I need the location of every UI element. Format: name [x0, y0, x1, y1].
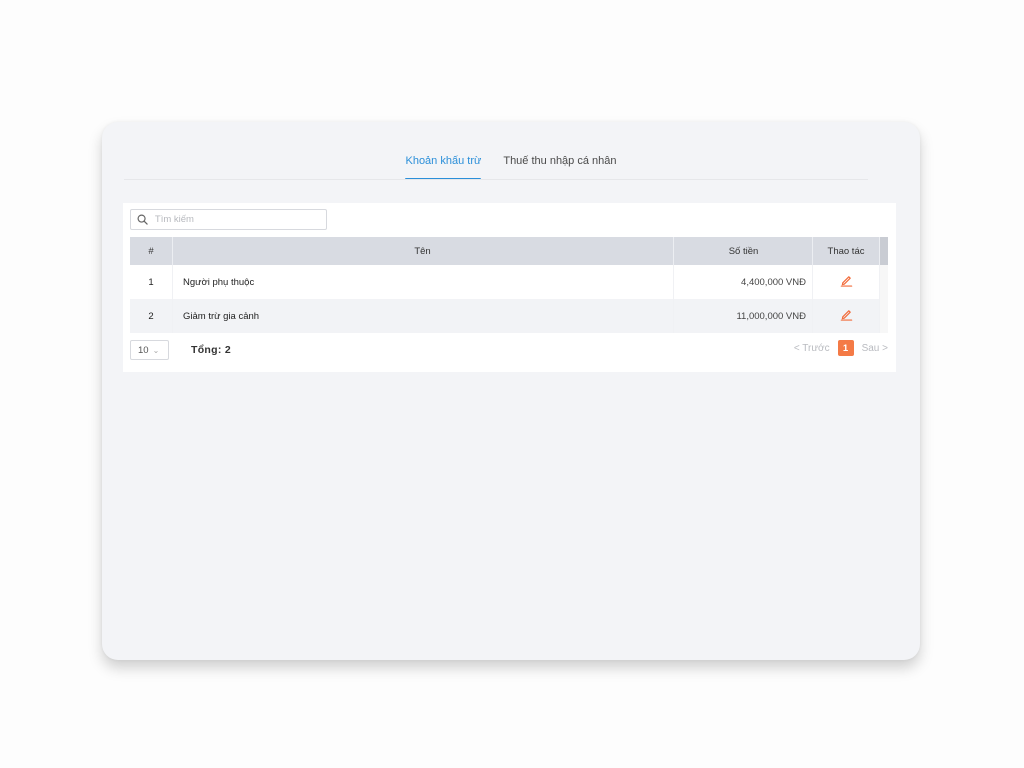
- page-size-value: 10: [138, 344, 149, 356]
- search-box[interactable]: [130, 209, 327, 230]
- total-count: Tổng: 2: [191, 344, 232, 356]
- row-num: 1: [130, 265, 173, 299]
- pagination: < Trước 1 Sau >: [794, 340, 888, 356]
- table-header-row: # Tên Số tiền Thao tác: [130, 237, 888, 265]
- edit-icon[interactable]: [840, 308, 853, 324]
- row-num: 2: [130, 299, 173, 333]
- page-button-current[interactable]: 1: [837, 340, 854, 356]
- row-amount: 11,000,000 VNĐ: [673, 299, 813, 333]
- scrollbar-track: [879, 299, 888, 333]
- page-size-select[interactable]: 10 ⌄: [130, 340, 169, 360]
- table-footer: 10 ⌄ Tổng: 2 < Trước 1 Sau >: [130, 339, 888, 361]
- tab-deductions[interactable]: Khoản khấu trừ: [405, 152, 481, 180]
- column-header-amount[interactable]: Số tiền: [673, 237, 813, 265]
- table-row[interactable]: 2 Giảm trừ gia cảnh 11,000,000 VNĐ: [130, 299, 888, 333]
- row-amount: 4,400,000 VNĐ: [673, 265, 813, 299]
- row-actions: [812, 265, 880, 299]
- prev-page-button[interactable]: < Trước: [794, 343, 830, 354]
- table-scrollbar[interactable]: [879, 237, 888, 265]
- edit-icon[interactable]: [840, 274, 853, 290]
- row-name: Người phụ thuộc: [172, 265, 674, 299]
- column-header-actions: Thao tác: [812, 237, 880, 265]
- content-card: Khoản khấu trừ Thuế thu nhập cá nhân # T…: [102, 122, 920, 660]
- scrollbar-track: [879, 265, 888, 299]
- tab-bar: Khoản khấu trừ Thuế thu nhập cá nhân: [102, 152, 920, 180]
- search-icon: [137, 213, 151, 227]
- table-row[interactable]: 1 Người phụ thuộc 4,400,000 VNĐ: [130, 265, 888, 299]
- deductions-panel: # Tên Số tiền Thao tác 1 Người phụ thuộc…: [123, 203, 896, 372]
- column-header-num[interactable]: #: [130, 237, 173, 265]
- tab-divider: [124, 179, 868, 180]
- chevron-down-icon: ⌄: [152, 345, 160, 355]
- next-page-button[interactable]: Sau >: [862, 343, 888, 354]
- column-header-name[interactable]: Tên: [172, 237, 674, 265]
- row-name: Giảm trừ gia cảnh: [172, 299, 674, 333]
- search-input[interactable]: [152, 213, 326, 226]
- deductions-table: # Tên Số tiền Thao tác 1 Người phụ thuộc…: [130, 237, 888, 333]
- tab-personal-income-tax[interactable]: Thuế thu nhập cá nhân: [503, 152, 616, 178]
- row-actions: [812, 299, 880, 333]
